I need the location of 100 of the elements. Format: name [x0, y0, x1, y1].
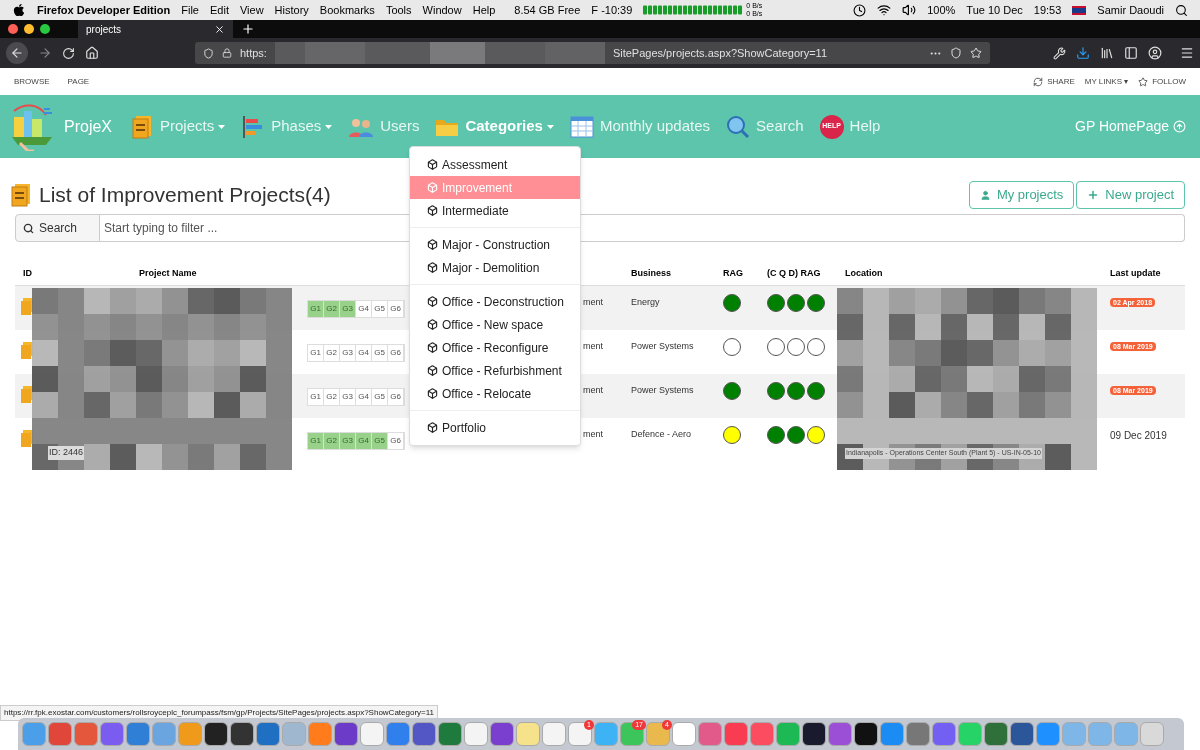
volume-icon[interactable] — [902, 3, 917, 17]
user-icon — [979, 189, 991, 201]
menu-item[interactable]: Office - Deconstruction — [410, 290, 580, 313]
close-icon[interactable] — [214, 23, 225, 35]
gate-cell: G6 — [388, 301, 404, 317]
cube-icon — [427, 342, 438, 353]
table-cell: Power Systems — [631, 385, 694, 395]
gate-cell: G1 — [308, 345, 324, 361]
column-header: Project Name — [138, 266, 198, 280]
ribbon-tab[interactable]: PAGE — [67, 75, 90, 88]
gate-cell: G5 — [372, 345, 388, 361]
menu-item[interactable]: Office - New space — [410, 313, 580, 336]
close-window-icon[interactable] — [8, 24, 18, 34]
battery-text: 100% — [927, 2, 956, 18]
forward-icon[interactable] — [38, 46, 52, 60]
gate-cell: G1 — [308, 389, 324, 405]
table-cell: Power Systems — [631, 341, 694, 351]
home-icon[interactable] — [85, 46, 99, 60]
my-links-link[interactable]: MY LINKS ▾ — [1084, 75, 1129, 88]
menu-item[interactable]: Edit — [210, 1, 229, 19]
address-bar[interactable]: https: SitePages/projects.aspx?ShowCategory=11 — [195, 42, 990, 64]
gate-cell: G2 — [324, 433, 340, 449]
table-cell-text: ment — [583, 384, 603, 397]
sync-icon — [1033, 76, 1044, 87]
zoom-window-icon[interactable] — [40, 24, 50, 34]
gate-cell: G5 — [372, 433, 388, 449]
shield-icon[interactable] — [203, 47, 214, 59]
url-text: SitePages/projects.aspx?ShowCategory=11 — [612, 45, 828, 61]
new-tab-icon[interactable] — [241, 22, 255, 36]
menu-icon[interactable] — [1180, 46, 1194, 60]
gate-cell: G6 — [388, 433, 404, 449]
table-cell: Defence - Aero — [631, 429, 692, 439]
table-cell: Energy — [631, 297, 660, 307]
share-link[interactable]: SHARE — [1033, 75, 1075, 88]
minimize-window-icon[interactable] — [24, 24, 34, 34]
column-header: RAG — [722, 266, 744, 280]
cube-icon — [427, 365, 438, 376]
url-text: https: — [240, 45, 267, 61]
search-icon — [23, 222, 34, 234]
menu-item[interactable]: Major - Demolition — [410, 256, 580, 279]
menu-item[interactable]: Office - Reconfigure — [410, 336, 580, 359]
apple-icon[interactable] — [12, 3, 26, 17]
column-header: ID — [22, 266, 33, 280]
browser-tab[interactable]: projects — [78, 20, 233, 38]
app-icon[interactable] — [802, 722, 826, 746]
lock-icon[interactable] — [222, 48, 232, 58]
menu-item[interactable]: History — [274, 1, 309, 19]
menu-item[interactable]: Office - Refurbishment — [410, 359, 580, 382]
menu-item[interactable]: Window — [422, 1, 462, 19]
arrow-up-circle-icon — [1173, 120, 1186, 133]
user-name[interactable]: Samir Daoudi — [1097, 1, 1164, 19]
clock-icon[interactable] — [853, 3, 867, 17]
calendar-table-icon — [569, 115, 594, 138]
back-icon — [10, 46, 24, 60]
menu-item[interactable]: Assessment — [410, 153, 580, 176]
gate-cell: G2 — [324, 389, 340, 405]
cube-icon — [427, 205, 438, 216]
flag-icon[interactable] — [1072, 5, 1087, 15]
column-header: Business — [630, 266, 673, 280]
menu-item[interactable]: Office - Relocate — [410, 382, 580, 405]
document-stack-icon — [11, 183, 33, 207]
account-icon[interactable] — [1148, 46, 1162, 60]
reload-icon[interactable] — [62, 46, 75, 60]
library-icon[interactable] — [1100, 46, 1114, 60]
menu-item[interactable]: Help — [472, 1, 496, 19]
app-icon[interactable] — [230, 722, 254, 746]
star-icon — [1138, 76, 1149, 87]
menu-item[interactable]: Portfolio — [410, 416, 580, 439]
gate-cell: G4 — [356, 345, 372, 361]
table-cell-text: ment — [583, 340, 603, 353]
page-title: List of Improvement Projects(4) — [39, 182, 331, 209]
menu-item[interactable]: File — [181, 1, 199, 19]
menu-item[interactable]: Bookmarks — [319, 1, 375, 19]
follow-link[interactable]: FOLLOW — [1138, 75, 1186, 88]
document-stack-icon — [21, 342, 33, 360]
timer-text: F -10:39 — [591, 2, 633, 18]
wifi-icon[interactable] — [877, 3, 892, 17]
table-cell-text: ment — [583, 428, 603, 441]
date-text: Tue 10 Dec — [966, 2, 1023, 18]
back-button[interactable] — [6, 42, 28, 64]
app-name[interactable]: Firefox Developer Edition — [37, 1, 171, 19]
menu-item[interactable]: View — [239, 1, 264, 19]
wrench-icon[interactable] — [1053, 46, 1066, 60]
search-icon[interactable] — [1175, 3, 1188, 17]
app-icon[interactable] — [854, 722, 878, 746]
search-addon: Search — [15, 214, 100, 242]
disk-free-text: 8.54 GB Free — [514, 2, 581, 18]
ribbon-tab[interactable]: BROWSE — [14, 75, 50, 88]
app-icon[interactable] — [204, 722, 228, 746]
gate-cell: G2 — [324, 345, 340, 361]
column-header: Last update — [1109, 266, 1162, 280]
download-icon[interactable] — [1076, 46, 1090, 60]
cube-icon — [427, 319, 438, 330]
gate-cell: G3 — [340, 433, 356, 449]
sidebar-icon[interactable] — [1124, 46, 1138, 60]
star-icon[interactable] — [970, 47, 982, 59]
project-id-text: ID: 2446 — [48, 446, 85, 460]
gate-cell: G3 — [340, 345, 356, 361]
menu-item[interactable]: Tools — [385, 1, 412, 19]
gate-cell: G4 — [356, 389, 372, 405]
